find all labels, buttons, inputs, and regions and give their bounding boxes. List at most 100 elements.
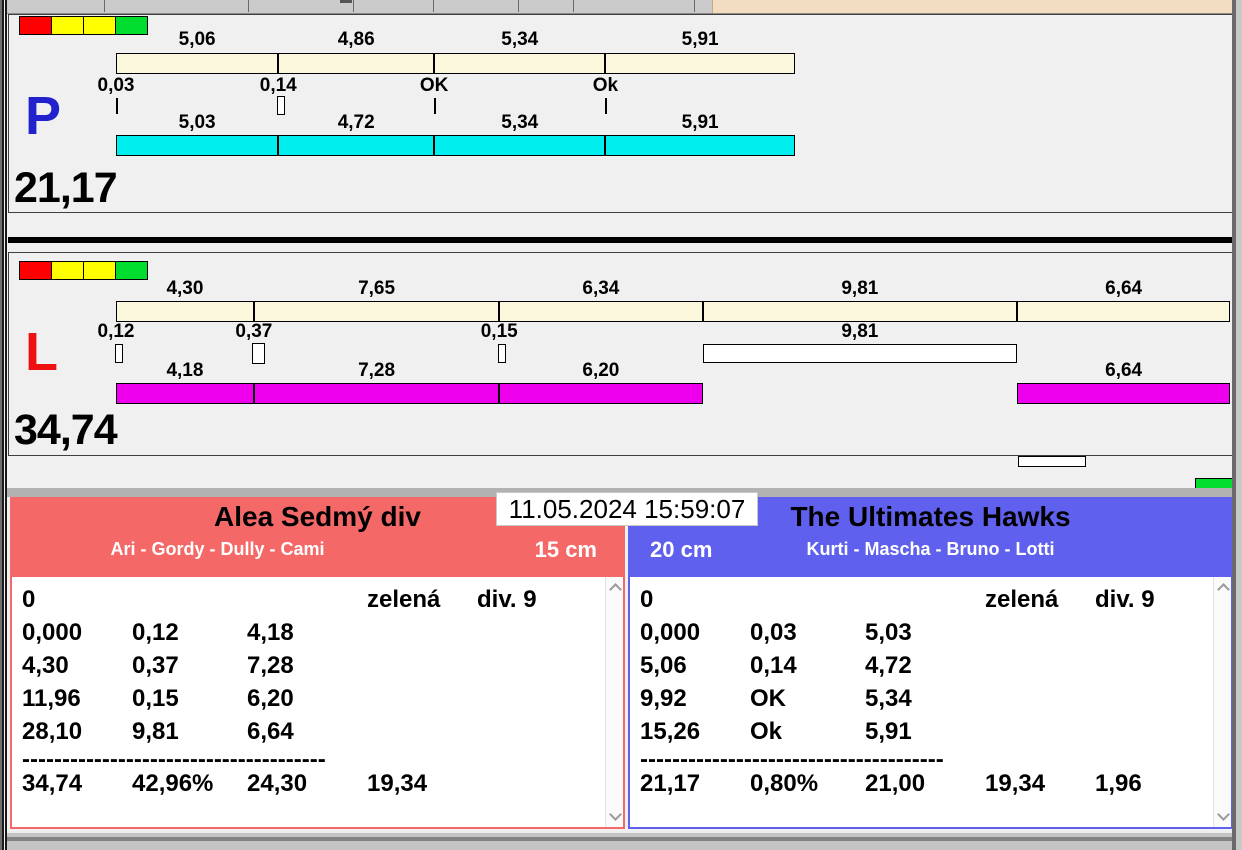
marker-label: 0,14 [259,75,297,96]
app-window: { "colors": { "background": "#f0f0f0", "… [0,0,1242,850]
table-cell: 0,14 [750,652,797,679]
table-cell: 5,06 [640,652,687,679]
bottom-bar-segment [499,383,703,404]
table-cell: 0 [22,586,36,613]
status-light [116,262,147,279]
strip-divider [694,0,695,12]
marker-label: Ok [592,75,619,96]
scroll-up-icon[interactable] [1217,583,1230,596]
table-cell: 24,30 [247,770,308,797]
bottom-bar-segment [605,135,795,156]
table-cell: 19,34 [985,770,1046,797]
team-distance: 15 cm [534,537,597,562]
strip-divider [433,0,434,12]
team-players: Ari - Gordy - Dully - Cami [110,539,325,559]
top-bar-label: 7,65 [358,278,396,299]
strip-divider [518,0,519,12]
table-cell: 19,34 [367,770,428,797]
table-cell: 0,000 [640,619,701,646]
top-bar-segment [499,301,703,322]
bottom-bar-label: 5,91 [681,112,719,133]
table-cell: 5,03 [865,619,912,646]
bottom-bar-segment [1017,383,1231,404]
pending-bar [702,344,1018,363]
scrollbar[interactable] [1213,577,1231,827]
status-light [20,262,52,279]
top-bar-label: 4,30 [166,278,204,299]
bottom-bar-label: 6,64 [1105,360,1143,381]
status-light [84,17,116,34]
table-cell: 0 [640,586,654,613]
scroll-down-icon[interactable] [1217,808,1230,821]
bottom-bar-label: 4,72 [337,112,375,133]
status-light [20,17,52,34]
top-bar-label: 4,86 [337,29,375,50]
top-bar-label: 5,06 [178,29,216,50]
table-cell: 5,34 [865,685,912,712]
table-cell: 28,10 [22,718,83,745]
panel-letter-l: L [25,322,58,382]
status-light [52,17,84,34]
panel-total-p: 21,17 [14,164,118,212]
status-light [52,262,84,279]
scrollbar[interactable] [605,577,623,827]
table-cell: 0,03 [750,619,797,646]
top-bar-segment [1017,301,1231,322]
table-cell: 0,80% [750,770,819,797]
top-bar-segment [116,53,279,74]
table-cell: zelená [367,586,441,613]
table-cell: 7,28 [247,652,294,679]
score-table-left[interactable]: 0 zelená div. 9 0,000 0,12 4,18 4,30 0,37 7,28 11… [10,575,625,829]
bottom-strip-highlight [0,831,1242,833]
table-cell: 4,72 [865,652,912,679]
top-bar-label: 6,64 [1105,278,1143,299]
bottom-bar-label: 5,03 [178,112,216,133]
table-cell: 34,74 [22,770,83,797]
table-cell: 15,26 [640,718,701,745]
table-cell: 21,17 [640,770,701,797]
table-cell: 0,15 [132,685,179,712]
marker-label: 0,12 [97,321,135,342]
top-bar-segment [702,301,1018,322]
scroll-down-icon[interactable] [609,808,622,821]
top-bar-segment [253,301,500,322]
top-strip [0,0,1242,14]
table-cell: 1,96 [1095,770,1142,797]
timestamp: 11.05.2024 15:59:07 [496,492,758,526]
top-bar-segment [116,301,254,322]
pending-indicator-box [1018,456,1086,467]
table-cell: 11,96 [22,685,81,712]
table-cell: 0,37 [132,652,179,679]
gauge-panel-p: P 21,17 5,06 4,86 5,34 5,91 0,03 0,14 OK Ok 5,03… [8,14,1233,213]
bottom-bar-segment [434,135,606,156]
team-distance: 20 cm [650,537,713,562]
window-left-border [5,0,7,850]
table-cell: 42,96% [132,770,214,797]
table-cell: 4,30 [22,652,69,679]
bottom-bar-segment [116,383,254,404]
scroll-up-icon[interactable] [609,583,622,596]
window-right-border [1236,0,1242,850]
strip-divider [248,0,249,12]
table-cell: 0,12 [132,619,179,646]
bottom-bar-label: 6,20 [582,360,620,381]
table-cell: OK [750,685,786,712]
table-cell: zelená [985,586,1059,613]
bottom-bar-label: 4,18 [166,360,204,381]
table-cell: 4,18 [247,619,294,646]
top-bar-label: 9,81 [841,278,879,299]
strip-divider [104,0,105,12]
marker-label: 0,03 [97,75,135,96]
bottom-strip [0,831,1242,850]
bottom-strip-line [0,837,1242,841]
table-cell: 0,000 [22,619,83,646]
strip-divider [573,0,574,12]
top-bar-label: 5,34 [501,29,539,50]
table-cell: 21,00 [865,770,926,797]
team-players: Kurti - Mascha - Bruno - Lotti [806,539,1055,559]
table-cell: 9,81 [132,718,179,745]
marker-label: OK [419,75,449,96]
top-bar-segment [278,53,435,74]
panel-total-l: 34,74 [14,406,118,454]
score-table-right[interactable]: 0 zelená div. 9 0,000 0,03 5,03 5,06 0,14 4,72 9,… [628,575,1233,829]
